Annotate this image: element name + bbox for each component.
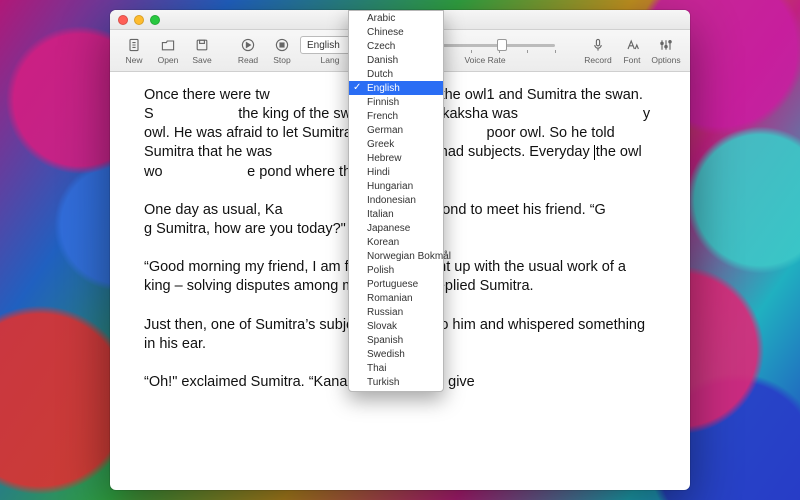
language-option[interactable]: English (349, 81, 443, 95)
language-dropdown[interactable]: ArabicChineseCzechDanishDutchEnglishFinn… (348, 10, 444, 392)
stop-button[interactable]: Stop (266, 36, 298, 65)
new-document-icon (124, 36, 144, 54)
language-option[interactable]: Russian (349, 305, 443, 319)
read-label: Read (238, 55, 258, 65)
language-option[interactable]: Greek (349, 137, 443, 151)
language-option[interactable]: Indonesian (349, 193, 443, 207)
language-option[interactable]: Turkish (349, 375, 443, 389)
language-option[interactable]: Danish (349, 53, 443, 67)
options-label: Options (651, 55, 680, 65)
language-option[interactable]: Hebrew (349, 151, 443, 165)
window-controls (118, 15, 160, 25)
language-option[interactable]: Swedish (349, 347, 443, 361)
language-option[interactable]: German (349, 123, 443, 137)
font-label: Font (623, 55, 640, 65)
language-option[interactable]: Spanish (349, 333, 443, 347)
language-option[interactable]: Arabic (349, 11, 443, 25)
new-label: New (125, 55, 142, 65)
language-label: Lang (321, 55, 340, 65)
voice-rate-label: Voice Rate (464, 55, 505, 65)
language-option[interactable]: Portuguese (349, 277, 443, 291)
save-button[interactable]: Save (186, 36, 218, 65)
language-option[interactable]: Romanian (349, 291, 443, 305)
language-option[interactable]: Korean (349, 235, 443, 249)
folder-open-icon (158, 36, 178, 54)
language-option[interactable]: Dutch (349, 67, 443, 81)
open-button[interactable]: Open (152, 36, 184, 65)
open-label: Open (158, 55, 179, 65)
language-option[interactable]: French (349, 109, 443, 123)
slider-knob[interactable] (497, 39, 507, 51)
zoom-window-button[interactable] (150, 15, 160, 25)
language-option[interactable]: Chinese (349, 25, 443, 39)
read-button[interactable]: Read (232, 36, 264, 65)
close-window-button[interactable] (118, 15, 128, 25)
app-window: New Open Save Read Stop English Lang (110, 10, 690, 490)
save-icon (192, 36, 212, 54)
language-option[interactable]: Italian (349, 207, 443, 221)
language-option[interactable]: Japanese (349, 221, 443, 235)
font-button[interactable]: Font (616, 36, 648, 65)
language-option[interactable]: Norwegian Bokmål (349, 249, 443, 263)
language-option[interactable]: Czech (349, 39, 443, 53)
microphone-icon (588, 36, 608, 54)
language-option[interactable]: Finnish (349, 95, 443, 109)
record-button[interactable]: Record (582, 36, 614, 65)
language-option[interactable]: Slovak (349, 319, 443, 333)
stop-icon (272, 36, 292, 54)
stop-label: Stop (273, 55, 291, 65)
options-button[interactable]: Options (650, 36, 682, 65)
sliders-icon (656, 36, 676, 54)
new-button[interactable]: New (118, 36, 150, 65)
language-option[interactable]: Thai (349, 361, 443, 375)
font-icon (622, 36, 642, 54)
text-fragment: Once there were tw (144, 87, 270, 103)
text-fragment: One day as usual, Ka (144, 202, 283, 218)
save-label: Save (192, 55, 211, 65)
language-value: English (307, 40, 340, 51)
language-option[interactable]: Hindi (349, 165, 443, 179)
minimize-window-button[interactable] (134, 15, 144, 25)
language-option[interactable]: Hungarian (349, 179, 443, 193)
record-label: Record (584, 55, 611, 65)
play-icon (238, 36, 258, 54)
language-option[interactable]: Polish (349, 263, 443, 277)
